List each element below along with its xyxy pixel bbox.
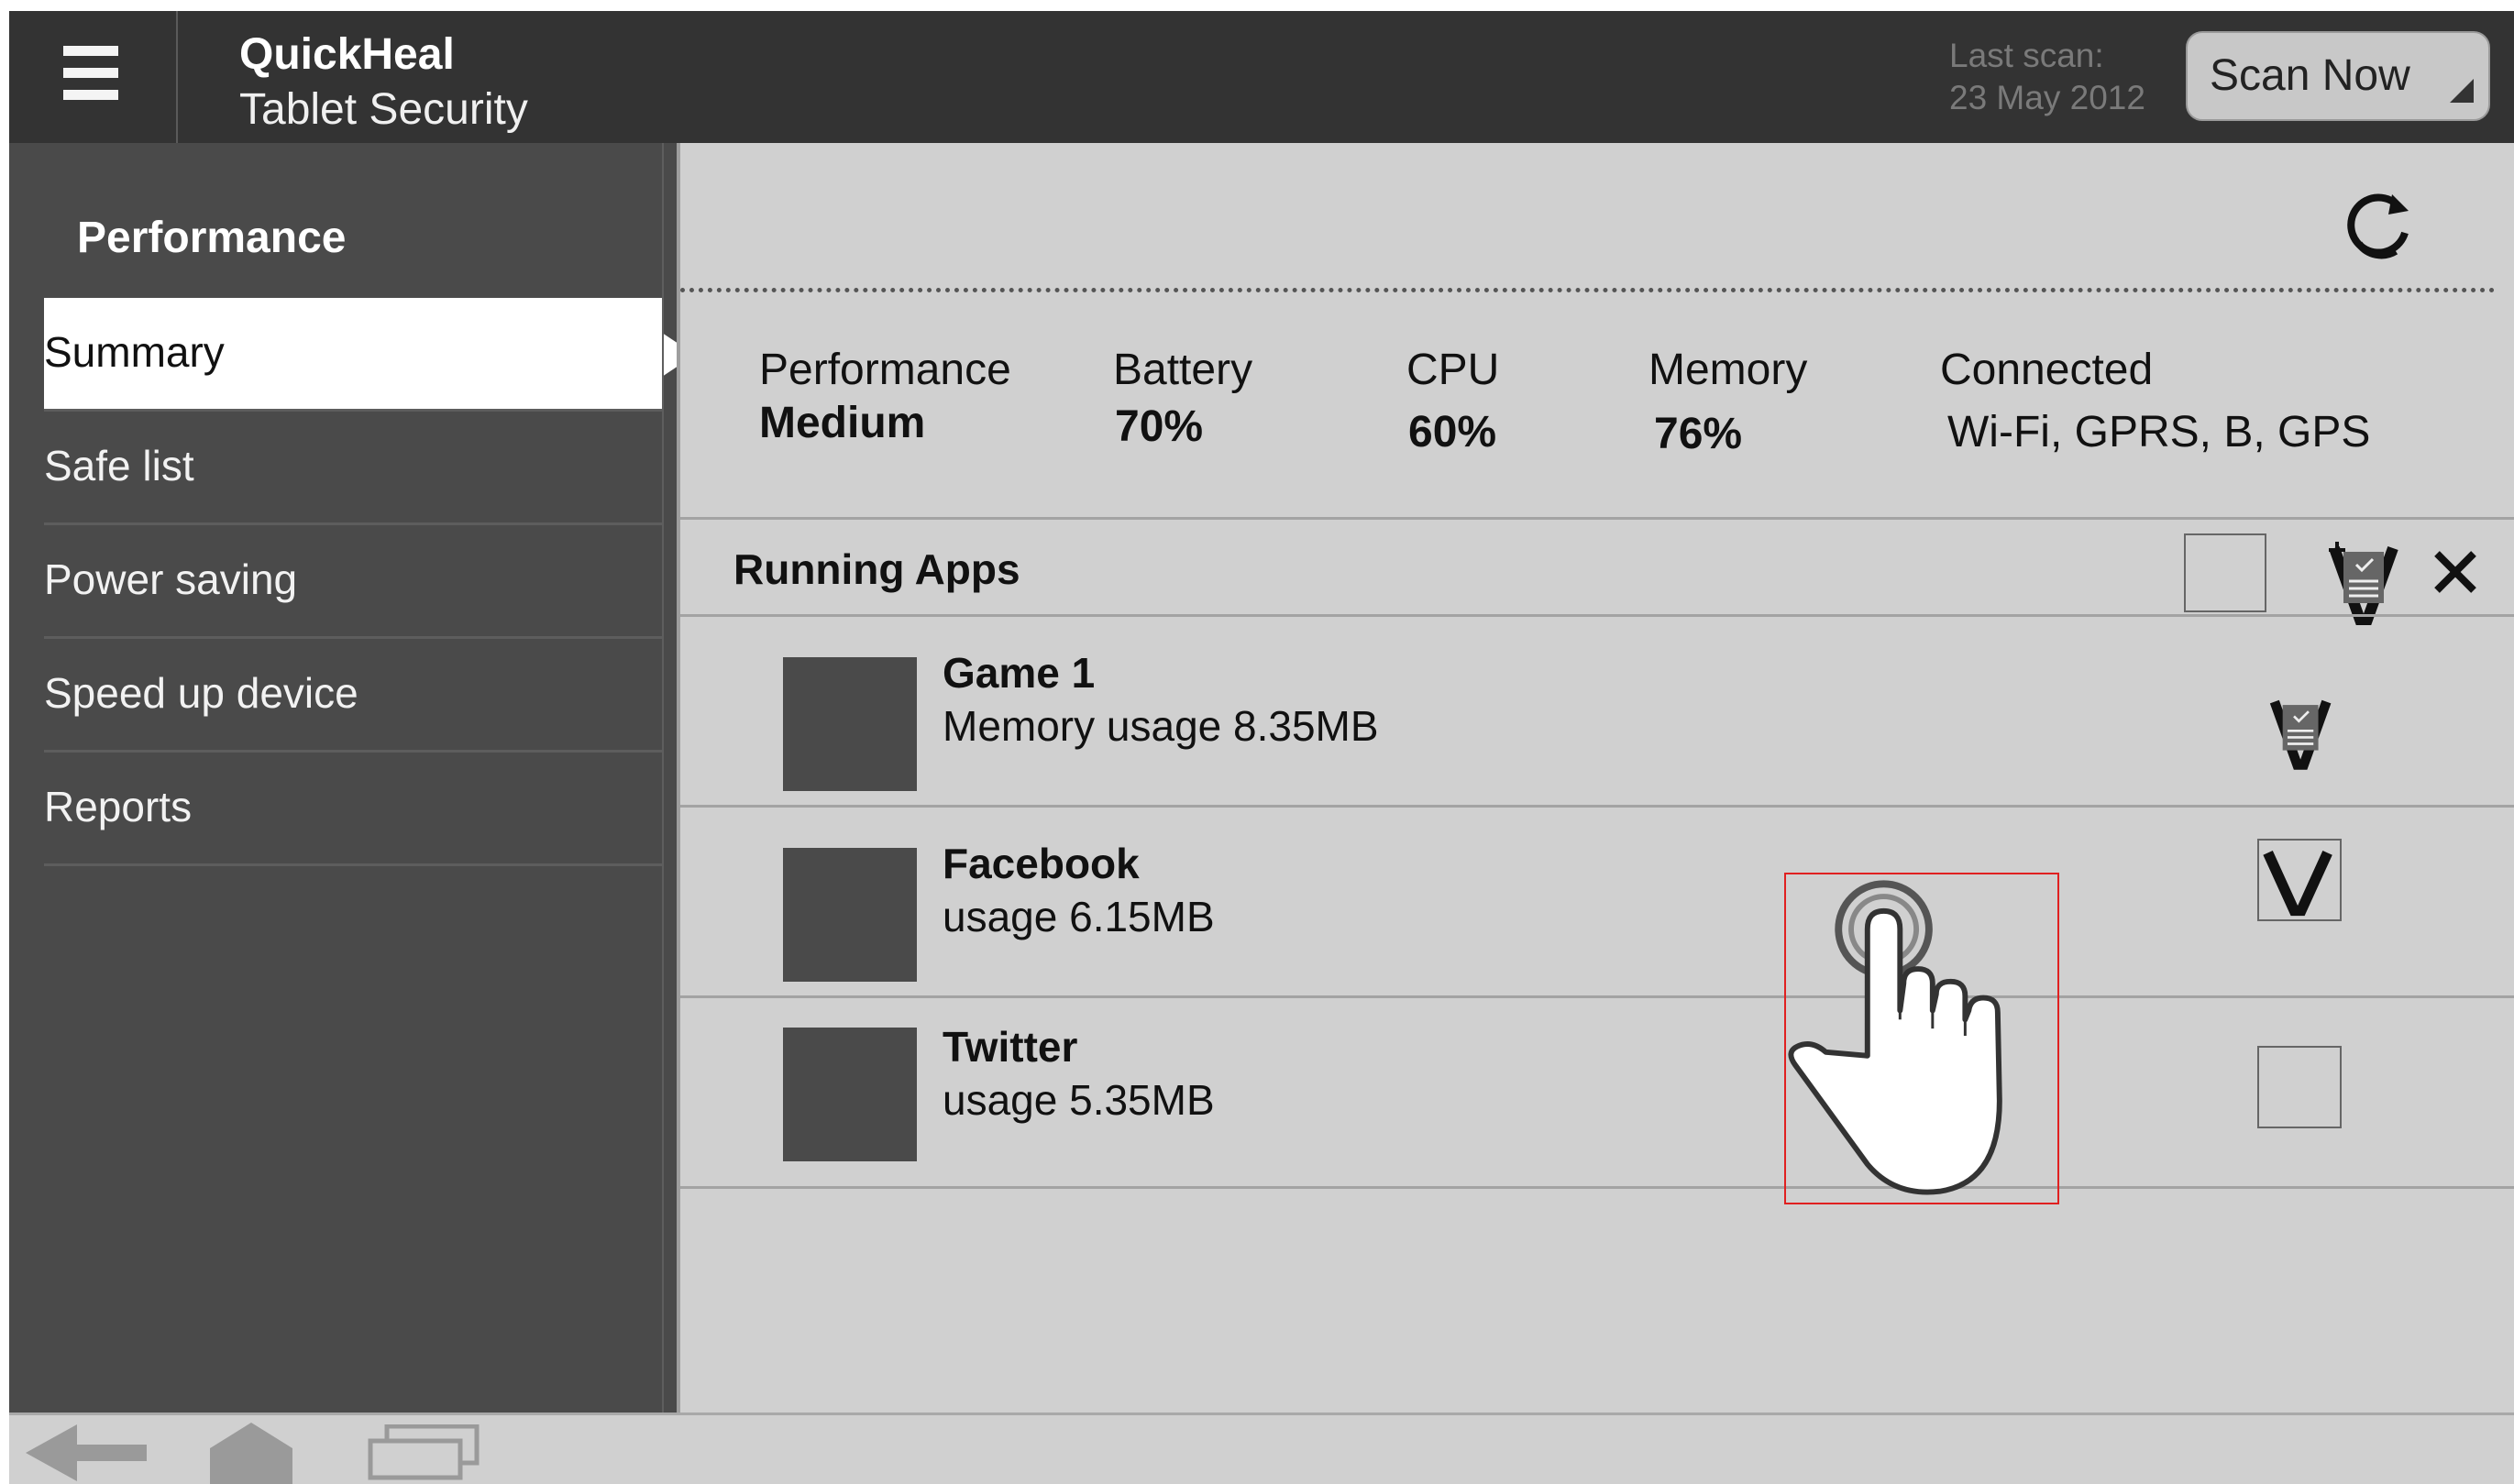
last-scan-label: Last scan:: [1949, 37, 2104, 74]
sidebar-item-label: Reports: [44, 783, 193, 830]
app-usage: usage 5.35MB: [943, 1076, 1215, 1124]
divider: [44, 863, 664, 866]
last-scan-date: 23 May 2012: [1949, 79, 2145, 116]
app-icon: [783, 1028, 917, 1161]
app-name: Game 1: [943, 649, 1096, 697]
sidebar-item-label: Safe list: [44, 442, 194, 489]
performance-value: Medium: [759, 399, 926, 447]
app-name: Twitter: [943, 1023, 1078, 1071]
app-header: QuickHeal Tablet Security Last scan: 23 …: [9, 11, 2514, 143]
touch-annotation-box: [1784, 873, 2059, 1204]
app-icon: [783, 848, 917, 982]
sidebar-item-label: Speed up device: [44, 669, 358, 717]
divider: [680, 1186, 2514, 1189]
app-icon: [783, 657, 917, 791]
refresh-icon[interactable]: [2341, 187, 2418, 264]
app-name: QuickHeal: [239, 30, 455, 79]
sidebar-title: Performance: [77, 214, 347, 262]
system-nav-bar: [9, 1413, 2514, 1484]
app-checkbox-checked[interactable]: [2257, 839, 2342, 921]
sidebar-item-power-saving[interactable]: Power saving: [44, 522, 664, 636]
sidebar-item-safe-list[interactable]: Safe list: [44, 409, 664, 522]
sidebar-item-summary[interactable]: Summary: [44, 298, 695, 412]
select-all-checkbox[interactable]: [2184, 533, 2266, 612]
battery-value: 70%: [1115, 402, 1204, 451]
scan-now-label: Scan Now: [2210, 51, 2410, 100]
dropdown-corner-icon: [2450, 79, 2474, 103]
app-row-game-1[interactable]: Game 1 Memory usage 8.35MB: [680, 617, 2514, 806]
sidebar-item-reports[interactable]: Reports: [44, 750, 664, 863]
sidebar-item-speed-up-device[interactable]: Speed up device: [44, 636, 664, 750]
check-icon: [2263, 851, 2332, 917]
close-icon[interactable]: [2431, 548, 2479, 596]
memory-label: Memory: [1648, 346, 1808, 394]
recent-apps-icon[interactable]: [367, 1424, 480, 1484]
app-name: Facebook: [943, 840, 1140, 887]
memory-value: 76%: [1654, 410, 1743, 458]
app-usage: Memory usage 8.35MB: [943, 702, 1379, 750]
menu-icon-bar: [63, 90, 118, 100]
scan-now-button[interactable]: Scan Now: [2186, 31, 2490, 121]
tablet-frame: QuickHeal Tablet Security Last scan: 23 …: [9, 11, 2514, 1484]
checklist-icon[interactable]: [2266, 694, 2336, 773]
app-subtitle: Tablet Security: [239, 85, 528, 134]
connected-value: Wi-Fi, GPRS, B, GPS: [1947, 408, 2371, 456]
connected-label: Connected: [1940, 346, 2154, 394]
menu-icon-bar: [63, 68, 118, 78]
sidebar-item-label: Summary: [44, 328, 225, 376]
home-icon[interactable]: [209, 1421, 293, 1484]
performance-label: Performance: [759, 346, 1011, 394]
back-arrow-icon[interactable]: [22, 1421, 150, 1484]
running-apps-title: Running Apps: [733, 545, 1020, 593]
divider: [662, 143, 664, 1413]
menu-icon: [63, 46, 118, 56]
pointing-hand-icon: [1788, 880, 2002, 1195]
cpu-label: CPU: [1406, 346, 1500, 394]
battery-label: Battery: [1113, 346, 1253, 394]
menu-button[interactable]: [9, 11, 178, 143]
cpu-value: 60%: [1408, 408, 1497, 456]
app-checkbox-unchecked[interactable]: [2257, 1046, 2342, 1128]
app-usage: usage 6.15MB: [943, 893, 1215, 940]
sidebar: Performance Summary Safe list Power savi…: [9, 143, 695, 1413]
dotted-divider: [680, 288, 2496, 292]
main-panel: Performance Medium Battery 70% CPU 60% M…: [677, 143, 2514, 1413]
divider: [680, 517, 2514, 520]
app-row-twitter[interactable]: Twitter usage 5.35MB: [680, 998, 2514, 1187]
app-row-facebook[interactable]: Facebook usage 6.15MB: [680, 808, 2514, 996]
sidebar-item-label: Power saving: [44, 555, 298, 603]
